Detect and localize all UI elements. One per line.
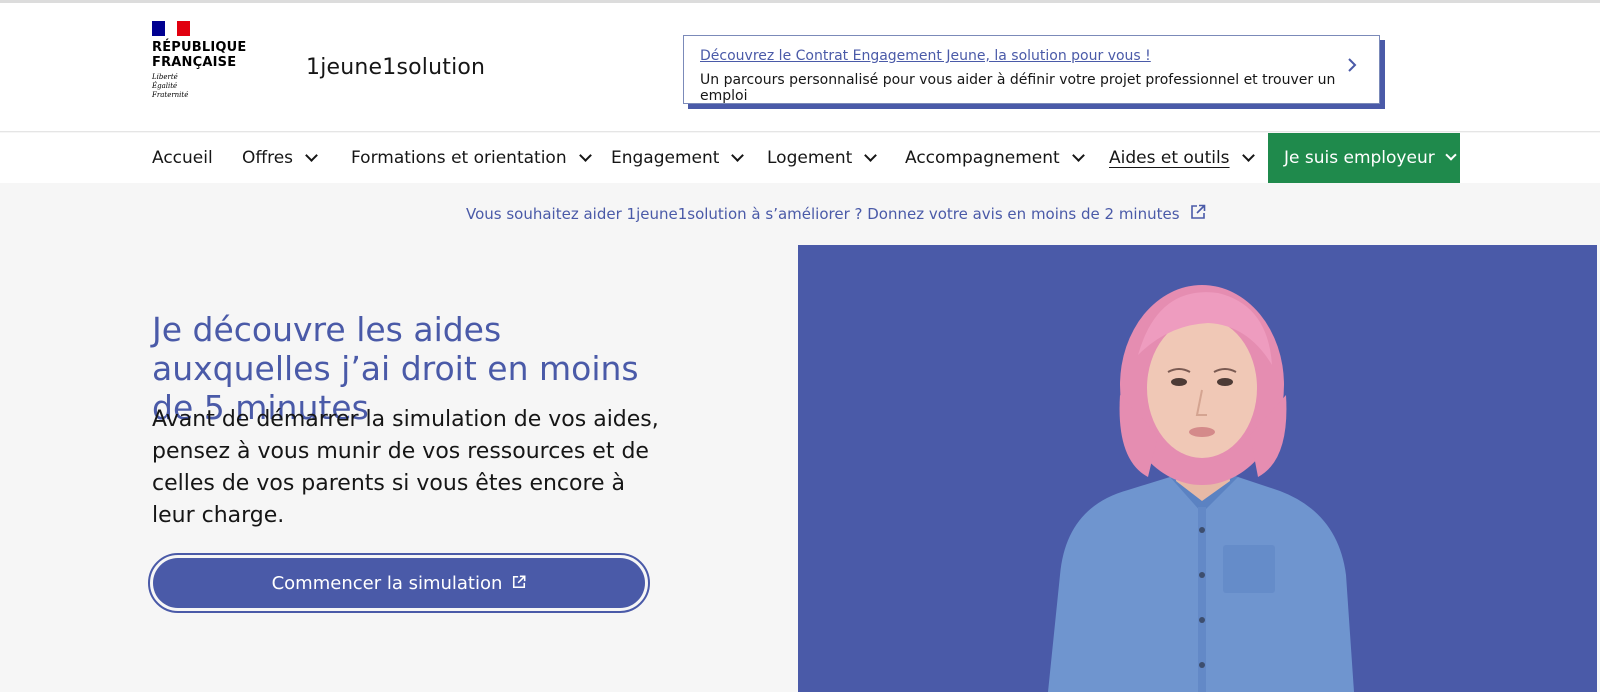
employer-label: Je suis employeur [1284,148,1435,168]
chevron-down-icon [578,148,592,162]
chevron-down-icon [1071,148,1085,162]
logo-line-2: FRANÇAISE [152,55,237,70]
employer-menu-button[interactable]: Je suis employeur [1268,133,1460,183]
logo-motto: Liberté Égalité Fraternité [152,73,252,100]
promo-banner[interactable]: Découvrez le Contrat Engagement Jeune, l… [683,35,1380,104]
nav-label: Aides et outils [1109,148,1230,168]
hero-illustration-young-woman [798,245,1597,692]
chevron-down-icon [731,148,745,162]
nav-item-accompagnement[interactable]: Accompagnement [905,133,1085,183]
main-nav: Accueil Offres Formations et orientation… [0,133,1600,183]
motto-fraternite: Fraternité [152,91,189,99]
nav-label: Accueil [152,148,213,168]
feedback-text: Vous souhaitez aider 1jeune1solution à s… [466,205,1180,223]
nav-label: Offres [242,148,294,168]
nav-label: Formations et orientation [351,148,567,168]
site-brand-link[interactable]: 1jeune1solution [306,55,485,80]
nav-label: Accompagnement [905,148,1060,168]
external-link-icon [512,573,526,594]
feedback-link[interactable]: Vous souhaitez aider 1jeune1solution à s… [466,204,1206,224]
promo-text: Un parcours personnalisé pour vous aider… [700,72,1336,104]
start-simulation-button-focus-ring: Commencer la simulation [148,553,650,613]
logo-line-1: RÉPUBLIQUE [152,40,247,55]
nav-item-accueil[interactable]: Accueil [152,133,213,183]
start-simulation-label: Commencer la simulation [271,572,503,594]
external-link-icon [1190,204,1206,224]
promo-title-link[interactable]: Découvrez le Contrat Engagement Jeune, l… [700,48,1151,64]
nav-label: Logement [767,148,853,168]
chevron-down-icon [864,148,878,162]
republique-francaise-logo[interactable]: RÉPUBLIQUE FRANÇAISE Liberté Égalité Fra… [152,21,252,105]
chevron-down-icon [305,148,318,162]
nav-item-logement[interactable]: Logement [767,133,878,183]
nav-item-formations[interactable]: Formations et orientation [351,133,592,183]
chevron-down-icon [1241,148,1255,162]
nav-label: Engagement [611,148,720,168]
chevron-right-icon[interactable] [1347,57,1357,78]
chevron-down-icon [1445,149,1457,161]
site-header: RÉPUBLIQUE FRANÇAISE Liberté Égalité Fra… [0,3,1600,132]
motto-egalite: Égalité [152,82,178,90]
motto-liberte: Liberté [152,73,178,81]
start-simulation-button[interactable]: Commencer la simulation [153,558,645,608]
nav-item-offres[interactable]: Offres [242,133,318,183]
nav-item-aides-outils[interactable]: Aides et outils [1109,133,1255,183]
nav-item-engagement[interactable]: Engagement [611,133,745,183]
hero-description: Avant de démarrer la simulation de vos a… [152,407,659,528]
french-flag-icon [152,21,191,36]
